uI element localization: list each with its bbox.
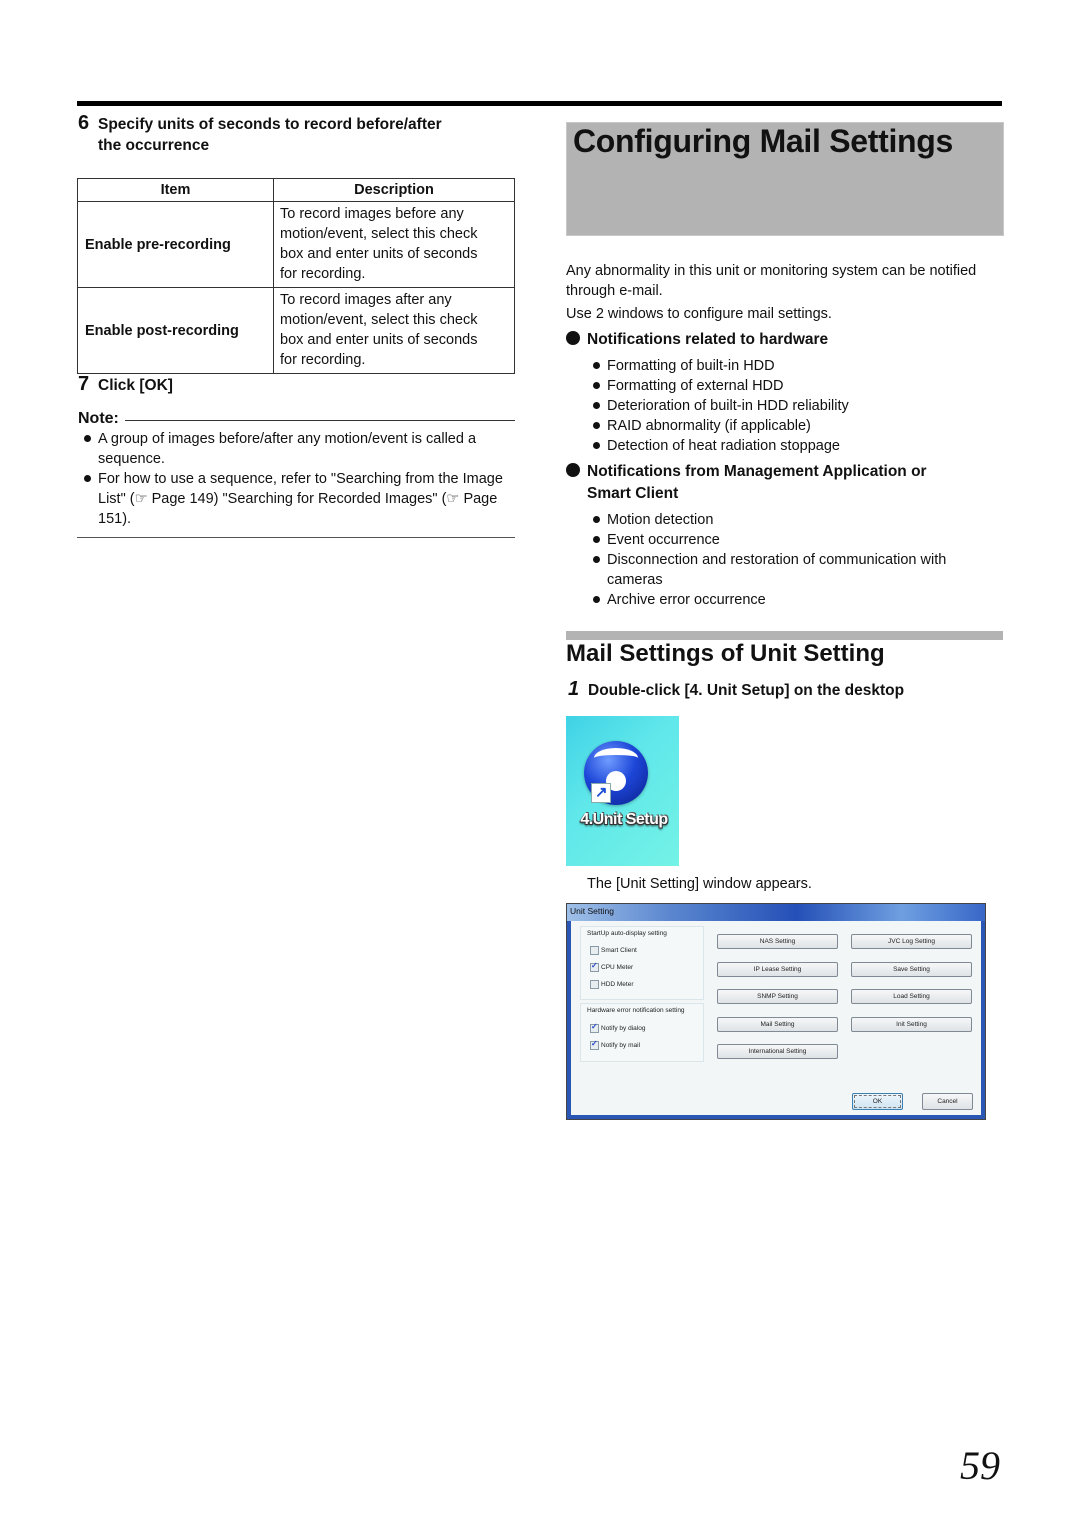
bullet-icon xyxy=(593,442,600,449)
ip-lease-setting-button[interactable]: IP Lease Setting xyxy=(717,962,838,977)
bullet-icon xyxy=(593,556,600,563)
checkbox-notify-mail[interactable]: Notify by mail xyxy=(590,1039,640,1050)
list-item: Formatting of built-in HDD xyxy=(591,356,1001,376)
nas-setting-button[interactable]: NAS Setting xyxy=(717,934,838,949)
window-appears-text: The [Unit Setting] window appears. xyxy=(587,876,812,892)
management-notifications-list: Motion detection Event occurrence Discon… xyxy=(591,510,1001,610)
list-item: A group of images before/after any motio… xyxy=(82,429,517,469)
group-label: StartUp auto-display setting xyxy=(587,930,667,937)
table-header-row: Item Description xyxy=(77,178,515,202)
page-title: Configuring Mail Settings xyxy=(573,123,954,159)
bullet-icon xyxy=(593,382,600,389)
top-rule xyxy=(77,101,567,106)
ok-button[interactable]: OK xyxy=(852,1093,903,1110)
list-item: Detection of heat radiation stoppage xyxy=(591,436,1001,456)
list-item: Disconnection and restoration of communi… xyxy=(591,550,1001,590)
window-title: Unit Setting xyxy=(570,906,614,916)
checkbox-notify-dialog[interactable]: Notify by dialog xyxy=(590,1022,645,1033)
table-cell-description: To record images after any motion/event,… xyxy=(273,287,515,374)
note-heading: Note: xyxy=(78,410,515,428)
list-item: Formatting of external HDD xyxy=(591,376,1001,396)
step-number: 6 xyxy=(78,112,90,134)
note-bottom-rule xyxy=(77,537,515,538)
group-label: Hardware error notification setting xyxy=(587,1007,685,1014)
table-row: Enable pre-recording To record images be… xyxy=(77,201,515,288)
bullet-icon xyxy=(593,362,600,369)
startup-group: StartUp auto-display setting Smart Clien… xyxy=(580,926,704,1000)
jvc-log-setting-button[interactable]: JVC Log Setting xyxy=(851,934,972,949)
settings-table: Item Description Enable pre-recording To… xyxy=(77,178,515,374)
bullet-icon xyxy=(593,516,600,523)
window-titlebar: Unit Setting xyxy=(567,904,985,921)
save-setting-button[interactable]: Save Setting xyxy=(851,962,972,977)
shortcut-arrow-icon: ↗ xyxy=(591,783,611,803)
table-header-description: Description xyxy=(273,178,515,202)
list-item: For how to use a sequence, refer to "Sea… xyxy=(82,469,517,529)
step-6-heading: 6 Specify units of seconds to record befo… xyxy=(78,112,442,155)
bullet-icon xyxy=(84,435,91,442)
list-item: Deterioration of built-in HDD reliabilit… xyxy=(591,396,1001,416)
desktop-icon-label: 4.Unit Setup xyxy=(580,811,668,828)
table-cell-description: To record images before any motion/event… xyxy=(273,201,515,288)
step-number: 7 xyxy=(78,373,90,395)
bullet-icon xyxy=(593,596,600,603)
load-setting-button[interactable]: Load Setting xyxy=(851,989,972,1004)
desktop-screenshot: ↗ 4.Unit Setup xyxy=(566,716,679,866)
bullet-icon xyxy=(593,422,600,429)
step-1-heading: 1 Double-click [4. Unit Setup] on the des… xyxy=(568,678,905,700)
chapter-title-box: Configuring Mail Settings xyxy=(566,122,1004,236)
international-setting-button[interactable]: International Setting xyxy=(717,1044,838,1059)
hardware-notifications-heading: Notifications related to hardware xyxy=(566,329,828,351)
table-cell-item: Enable post-recording xyxy=(77,287,274,374)
hardware-notifications-list: Formatting of built-in HDD Formatting of… xyxy=(591,356,1001,456)
checkbox-cpu-meter[interactable]: CPU Meter xyxy=(590,961,633,972)
list-item: RAID abnormality (if applicable) xyxy=(591,416,1001,436)
section-bar xyxy=(566,631,1003,640)
intro-paragraph: Any abnormality in this unit or monitori… xyxy=(566,263,977,299)
list-item: Event occurrence xyxy=(591,530,1001,550)
page-number: 59 xyxy=(960,1443,1000,1488)
step-7-heading: 7 Click [OK] xyxy=(78,373,173,395)
table-row: Enable post-recording To record images a… xyxy=(77,287,515,374)
checkbox-smart-client[interactable]: Smart Client xyxy=(590,946,637,955)
bullet-icon xyxy=(593,402,600,409)
window-body: StartUp auto-display setting Smart Clien… xyxy=(571,921,981,1115)
init-setting-button[interactable]: Init Setting xyxy=(851,1017,972,1032)
snmp-setting-button[interactable]: SNMP Setting xyxy=(717,989,838,1004)
unit-setting-window: Unit Setting StartUp auto-display settin… xyxy=(566,903,986,1120)
intro-paragraph-2: Use 2 windows to configure mail settings… xyxy=(566,306,832,322)
large-bullet-icon xyxy=(566,463,580,477)
table-cell-item: Enable pre-recording xyxy=(77,201,274,288)
list-item: Motion detection xyxy=(591,510,1001,530)
bullet-icon xyxy=(593,536,600,543)
checkbox-hdd-meter[interactable]: HDD Meter xyxy=(590,980,634,989)
mail-setting-button[interactable]: Mail Setting xyxy=(717,1017,838,1032)
note-list: A group of images before/after any motio… xyxy=(82,429,517,529)
top-rule xyxy=(565,101,1002,106)
management-notifications-heading: Notifications from Management Applicatio… xyxy=(566,461,996,505)
section-title: Mail Settings of Unit Setting xyxy=(566,640,885,667)
bullet-icon xyxy=(84,475,91,482)
table-header-item: Item xyxy=(77,178,274,202)
note-rule xyxy=(124,419,515,421)
list-item: Archive error occurrence xyxy=(591,590,1001,610)
step-number: 1 xyxy=(568,678,580,700)
cancel-button[interactable]: Cancel xyxy=(922,1093,973,1110)
large-bullet-icon xyxy=(566,331,580,345)
hardware-error-group: Hardware error notification setting Noti… xyxy=(580,1003,704,1062)
